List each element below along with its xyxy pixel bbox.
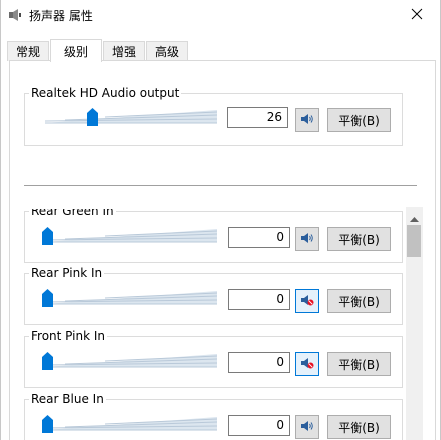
master-slider-thumb[interactable] bbox=[87, 108, 98, 126]
channel-label: Rear Blue In bbox=[29, 392, 106, 406]
speaker-muted-icon bbox=[300, 294, 314, 309]
title-bar: 扬声器 属性 bbox=[1, 0, 440, 31]
tab-general[interactable]: 常规 bbox=[7, 41, 49, 61]
channel-volume-value[interactable]: 0 bbox=[228, 227, 290, 248]
master-volume-slider[interactable] bbox=[44, 108, 218, 126]
channel-volume-value[interactable]: 0 bbox=[228, 415, 290, 436]
tab-label: 常规 bbox=[15, 45, 40, 59]
tab-label: 级别 bbox=[63, 44, 88, 59]
tab-levels[interactable]: 级别 bbox=[50, 39, 102, 62]
channel-balance-button[interactable]: 平衡(B) bbox=[327, 415, 391, 439]
channel-mute-button[interactable] bbox=[295, 227, 319, 251]
channel-label: Rear Pink In bbox=[29, 266, 105, 280]
scrollbar-thumb[interactable] bbox=[407, 225, 421, 257]
channel-slider-thumb[interactable] bbox=[42, 352, 53, 370]
input-channel-list: Rear Green In 0 平衡(B) Rear Pink In 0 平衡(… bbox=[24, 209, 423, 440]
window-title: 扬声器 属性 bbox=[29, 9, 93, 23]
channel-volume-slider[interactable] bbox=[42, 352, 218, 370]
master-volume-group: Realtek HD Audio output 26 平衡(B) bbox=[24, 86, 403, 146]
channel-volume-slider[interactable] bbox=[42, 289, 218, 307]
tab-enhancements[interactable]: 增强 bbox=[103, 41, 145, 61]
speaker-icon bbox=[300, 232, 314, 247]
channel-label: Rear Green In bbox=[29, 209, 116, 218]
channel-balance-button[interactable]: 平衡(B) bbox=[327, 227, 391, 251]
channel-mute-button[interactable] bbox=[295, 352, 319, 376]
section-divider bbox=[24, 185, 417, 186]
master-device-label: Realtek HD Audio output bbox=[29, 86, 182, 100]
speaker-muted-icon bbox=[300, 357, 314, 372]
speaker-icon bbox=[8, 8, 22, 22]
tab-label: 高级 bbox=[154, 45, 179, 59]
channel-volume-value[interactable]: 0 bbox=[228, 352, 290, 373]
close-icon bbox=[411, 8, 423, 23]
channel-group-rear-pink-in: Rear Pink In 0 平衡(B) bbox=[24, 266, 403, 325]
channel-group-rear-blue-in: Rear Blue In 0 平衡(B) bbox=[24, 392, 403, 440]
channel-mute-button[interactable] bbox=[295, 415, 319, 439]
speaker-icon bbox=[300, 113, 314, 128]
channel-slider-thumb[interactable] bbox=[42, 289, 53, 307]
vertical-scrollbar[interactable] bbox=[406, 207, 423, 440]
master-volume-value[interactable]: 26 bbox=[227, 107, 288, 128]
channel-slider-thumb[interactable] bbox=[42, 415, 53, 433]
channel-label: Front Pink In bbox=[29, 329, 107, 343]
speaker-icon bbox=[300, 420, 314, 435]
close-button[interactable] bbox=[394, 0, 440, 31]
channel-balance-button[interactable]: 平衡(B) bbox=[327, 352, 391, 376]
master-balance-button[interactable]: 平衡(B) bbox=[327, 108, 391, 132]
levels-panel: Realtek HD Audio output 26 平衡(B) Rear Gr… bbox=[9, 60, 436, 440]
channel-volume-value[interactable]: 0 bbox=[228, 289, 290, 310]
speaker-properties-window: 扬声器 属性 常规 级别 增强 高级 Realtek HD Audio outp… bbox=[0, 0, 441, 440]
channel-volume-slider[interactable] bbox=[42, 227, 218, 245]
tab-advanced[interactable]: 高级 bbox=[146, 41, 188, 61]
channel-slider-thumb[interactable] bbox=[42, 227, 53, 245]
tab-label: 增强 bbox=[111, 45, 136, 59]
channel-group-rear-green-in: Rear Green In 0 平衡(B) bbox=[24, 209, 403, 263]
channel-volume-slider[interactable] bbox=[42, 415, 218, 433]
channel-group-front-pink-in: Front Pink In 0 平衡(B) bbox=[24, 329, 403, 388]
scroll-up-arrow-icon[interactable] bbox=[410, 211, 419, 225]
master-mute-button[interactable] bbox=[295, 108, 319, 132]
channel-balance-button[interactable]: 平衡(B) bbox=[327, 289, 391, 313]
channel-mute-button[interactable] bbox=[295, 289, 319, 313]
